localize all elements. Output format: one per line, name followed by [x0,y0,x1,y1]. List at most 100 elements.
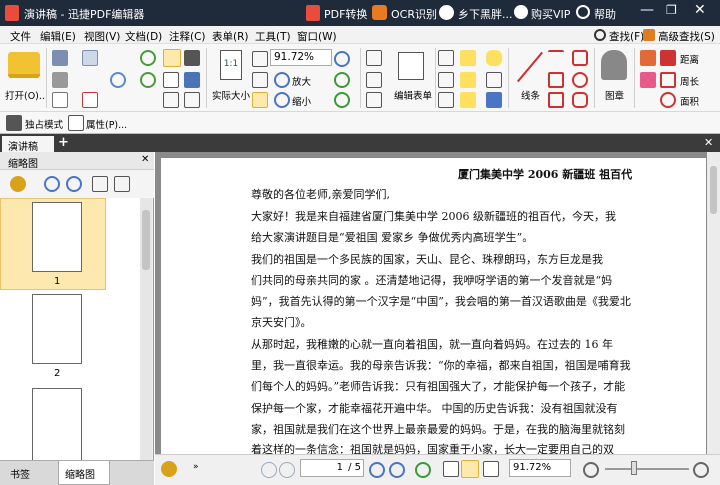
thumbnail-page-1[interactable] [32,202,82,272]
panel-close-icon[interactable]: ✕ [141,154,149,165]
stamp-label[interactable]: 图章 [605,88,624,102]
menu-edit[interactable]: 编辑(E) [40,29,76,44]
camera-icon[interactable] [184,50,200,66]
select-text-icon[interactable] [163,72,179,88]
distance-label[interactable]: 距离 [680,52,699,66]
menu-tools[interactable]: 工具(T) [255,29,291,44]
zoom-in-icon[interactable] [274,72,290,88]
pencil-icon[interactable] [640,50,656,66]
close-tab-icon[interactable]: ✕ [704,136,713,149]
menu-view[interactable]: 视图(V) [84,29,120,44]
edit-text-icon[interactable] [438,50,454,66]
menu-document[interactable]: 文档(D) [125,29,162,44]
tab-thumbnails[interactable]: 缩略图 [58,461,110,485]
pdf-icon[interactable] [82,92,98,108]
rotate-icon[interactable] [334,72,350,88]
line-tool-icon[interactable] [515,50,545,83]
form-check-icon[interactable] [366,92,382,108]
eraser-icon[interactable] [640,72,656,88]
text-box-icon[interactable] [438,72,454,88]
actual-size-label[interactable]: 实际大小 [212,88,250,102]
next-page-icon[interactable] [369,462,385,478]
edit-form-label[interactable]: 编辑表单 [394,88,432,102]
zoom-plus-icon[interactable] [334,51,350,67]
prev-page-icon[interactable] [279,462,295,478]
print-icon[interactable] [52,72,68,88]
document-page[interactable]: 厦门集美中学 2006 新疆班 祖百代 尊敬的各位老师,亲爱同学们, 大家好！我… [161,158,706,456]
find-button[interactable]: 查找(F) [609,29,644,44]
grid-icon[interactable] [184,92,200,108]
vip-icon[interactable] [514,5,528,19]
hand-tool-icon[interactable] [163,49,181,67]
forward-arrow-icon[interactable] [140,72,156,88]
perimeter-icon[interactable] [660,72,676,88]
pdf-convert-icon[interactable] [306,5,320,21]
rotate-right-icon[interactable] [334,92,350,108]
zoom-slider[interactable] [605,468,689,470]
thumbnail-page-3[interactable] [32,388,82,460]
open-folder-icon[interactable] [8,52,40,78]
form-field-icon[interactable] [366,50,382,66]
user-avatar-icon[interactable] [439,5,454,20]
tab-bookmarks[interactable]: 书签 [10,466,30,481]
thumb-options-icon[interactable] [10,176,26,192]
text-cross-icon[interactable] [438,92,454,108]
zoom-out-label[interactable]: 缩小 [292,94,311,108]
tab-document[interactable]: 演讲稿 [2,136,54,153]
close-button[interactable]: ✕ [694,2,706,18]
edit-form-icon[interactable] [398,52,424,80]
properties-button[interactable]: 属性(P)... [86,117,127,131]
advanced-find-icon[interactable] [643,29,655,41]
snapshot-icon[interactable] [184,72,200,88]
thumb-zoom-out-icon[interactable] [66,176,82,192]
solo-mode-button[interactable]: 独占模式 [25,117,63,131]
area-icon[interactable] [660,92,676,108]
back-arrow-icon[interactable] [140,50,156,66]
fit-width-icon[interactable] [252,72,268,88]
single-page-icon[interactable] [443,461,459,477]
menu-window[interactable]: 窗口(W) [297,29,337,44]
form-list-icon[interactable] [366,72,382,88]
thumb-zoom-in-icon[interactable] [44,176,60,192]
arrow-tool-icon[interactable] [548,50,564,66]
last-page-icon[interactable] [389,462,405,478]
solo-mode-icon[interactable] [6,115,22,131]
text-underline-icon[interactable] [460,92,476,108]
ocr-icon[interactable] [372,5,387,20]
area-label[interactable]: 面积 [680,94,699,108]
first-page-icon[interactable] [261,462,277,478]
document-scroll-thumb[interactable] [710,166,717,214]
zoom-in-label[interactable]: 放大 [292,74,311,88]
text-highlight-icon[interactable] [460,72,476,88]
polygon-line-icon[interactable] [548,72,564,88]
ocr-button[interactable]: OCR识别 [391,6,437,22]
status-zoom-select[interactable]: 91.72% [509,459,571,477]
pentagon-tool-icon[interactable] [572,50,588,66]
zoom-out-icon[interactable] [274,92,290,108]
help-icon[interactable] [576,5,590,19]
zoom-slider-thumb[interactable] [631,461,637,475]
page-number-input[interactable]: 1 / 5 [300,459,364,477]
text-tool-icon[interactable] [460,50,476,66]
thumbnail-page-2[interactable] [32,294,82,364]
page-fit-icon[interactable] [252,51,268,67]
advanced-find-button[interactable]: 高级查找(S) [658,29,715,44]
status-settings-icon[interactable] [161,461,177,477]
cloud-tool-icon[interactable] [572,92,588,108]
status-zoom-value[interactable]: 91.72% [513,462,551,473]
zoom-value[interactable]: 91.72% [274,51,314,63]
status-zoom-in-icon[interactable] [693,462,709,478]
perimeter-label[interactable]: 周长 [680,74,699,88]
facing-page-icon[interactable] [483,461,499,477]
fit-page-icon[interactable] [252,92,268,108]
pdf-convert-button[interactable]: PDF转换 [324,6,367,22]
find-icon[interactable] [594,29,606,41]
status-zoom-out-icon[interactable] [583,462,599,478]
stamp-icon[interactable] [601,50,627,80]
save-icon[interactable] [52,50,68,66]
oval-tool-icon[interactable] [572,72,588,88]
email-icon[interactable] [82,50,98,66]
buy-vip-button[interactable]: 购买VIP [531,6,570,22]
zoom-select-icon[interactable] [163,92,179,108]
menu-file[interactable]: 文件 [10,29,31,44]
